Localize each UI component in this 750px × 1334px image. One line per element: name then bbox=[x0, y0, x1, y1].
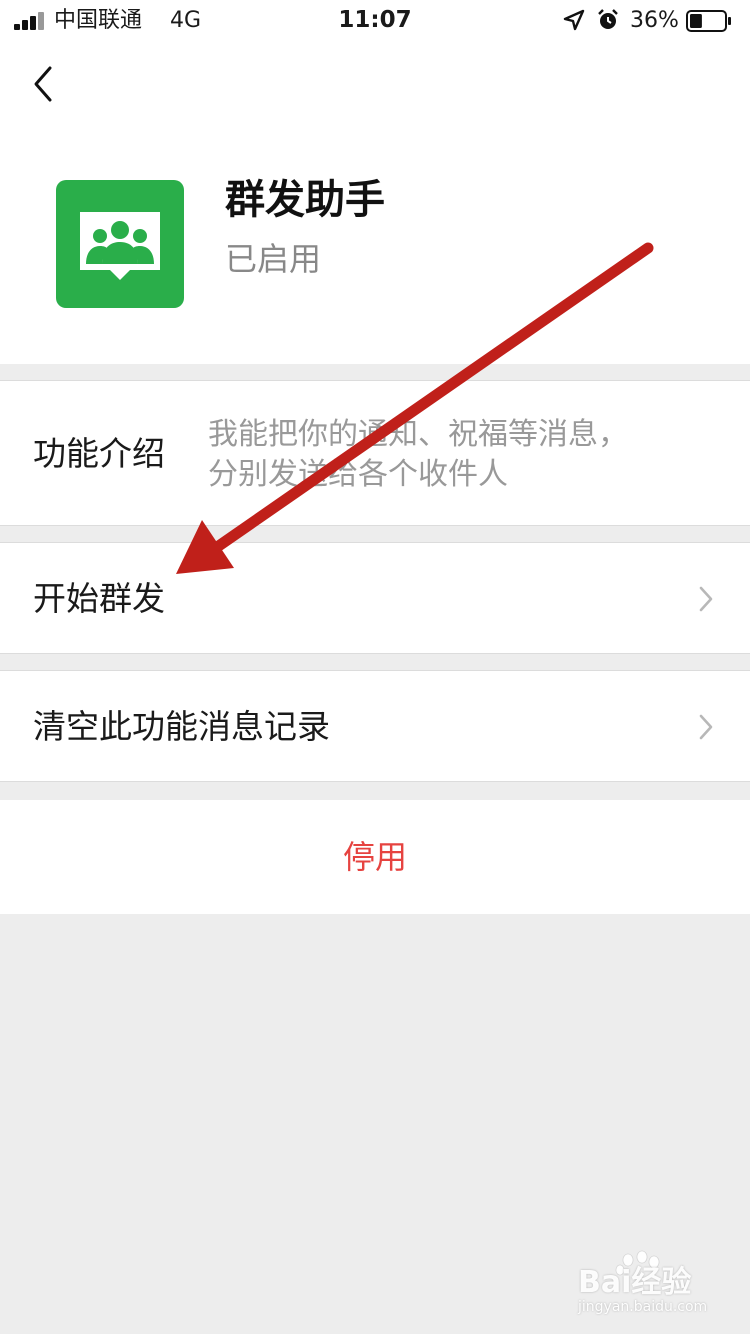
watermark-sub: jingyan.baidu.com bbox=[578, 1299, 708, 1315]
watermark-text: Bai经验 bbox=[578, 1265, 692, 1300]
annotation-arrow bbox=[176, 242, 654, 574]
